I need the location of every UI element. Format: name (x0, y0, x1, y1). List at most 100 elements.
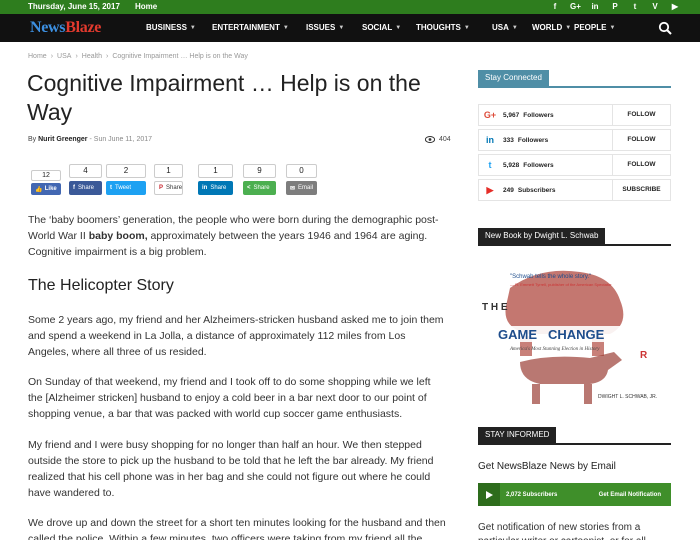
nav-item-people[interactable]: PEOPLE ▼ (574, 14, 615, 42)
eye-icon (425, 136, 435, 143)
share-label: Tweet (115, 185, 132, 191)
article-date: Sun June 11, 2017 (93, 136, 153, 143)
chevron-down-icon: ▼ (282, 25, 289, 31)
book-title-the: T H E (482, 302, 508, 313)
follow-button[interactable]: FOLLOW (612, 155, 670, 175)
article-subheading: The Helicopter Story (28, 277, 174, 294)
breadcrumb-item[interactable]: Health (82, 53, 102, 60)
breadcrumb-separator: › (50, 53, 54, 60)
share-button[interactable]: f Share (69, 181, 102, 195)
facebook-like-box[interactable]: 12 👍 Like (31, 170, 61, 195)
article-paragraph-3: On Sunday of that weekend, my friend and… (28, 376, 431, 420)
email-icon: ✉ (290, 185, 296, 192)
linkedin-icon: in (202, 185, 208, 191)
article-paragraph-1: The ‘baby boomers’ generation, the peopl… (28, 214, 439, 258)
book-title-changer: CHANGE (548, 327, 605, 342)
share-item: 1 P Share (154, 164, 183, 196)
follow-button[interactable]: FOLLOW (612, 105, 670, 125)
pinterest-icon: P (159, 185, 164, 191)
book-subtitle: America's Most Stunning Election in Hist… (509, 347, 600, 352)
nav-item-thoughts[interactable]: THOUGHTS ▼ (416, 14, 470, 42)
notification-description: Get notification of new stories from a p… (478, 522, 646, 540)
nav-item-issues[interactable]: ISSUES ▼ (306, 14, 344, 42)
book-cover-image[interactable]: "Schwab tells the whole story." — R. Emm… (480, 258, 672, 410)
current-date: Thursday, June 15, 2017 (28, 2, 120, 11)
breadcrumb-item[interactable]: USA (57, 53, 71, 60)
share-item: 9 < Share (243, 164, 276, 196)
breadcrumb-separator: › (75, 53, 78, 60)
follower-count: 5,967 (503, 111, 520, 119)
social-follow-row: G+ 5,967 Followers FOLLOW (478, 104, 671, 126)
article-paragraph-5: We drove up and down the street for a sh… (28, 517, 446, 540)
breadcrumb: Home › USA › Health › Cognitive Impairment … H… (28, 53, 248, 60)
twitter-icon[interactable]: t (630, 1, 640, 12)
heading-rule (478, 244, 671, 246)
share-label: Share (210, 185, 227, 191)
breadcrumb-item[interactable]: Home (28, 53, 47, 60)
share-count: 1 (154, 164, 183, 178)
chevron-down-icon: ▼ (511, 25, 518, 31)
breadcrumb-item: Cognitive Impairment … Help is on the Wa… (112, 53, 248, 60)
share-button[interactable]: ✉ Email (286, 181, 317, 195)
top-social-icons: f G+ in P t V ▶ (550, 1, 680, 12)
heading-rule (478, 86, 671, 88)
share-count: 0 (286, 164, 317, 178)
youtube-icon: ▶ (486, 184, 494, 195)
author-link[interactable]: Nurit Greenger (38, 136, 87, 143)
like-count: 12 (31, 170, 61, 181)
share-count: 1 (198, 164, 233, 178)
view-count: 404 (425, 136, 451, 143)
share-button[interactable]: P Share (154, 181, 183, 195)
share-count: 4 (69, 164, 102, 178)
vimeo-icon[interactable]: V (650, 1, 660, 12)
facebook-icon[interactable]: f (550, 1, 560, 12)
facebook-icon: f (73, 185, 75, 191)
follower-label: Followers (523, 161, 554, 169)
search-icon[interactable] (658, 21, 672, 35)
book-attribution: — R. Emmett Tyrrell, publisher of the Am… (510, 282, 612, 287)
follower-label: Followers (517, 136, 549, 144)
youtube-icon[interactable]: ▶ (670, 1, 680, 12)
pinterest-icon[interactable]: P (610, 1, 620, 12)
article-paragraph-4: My friend and I were busy shopping for n… (28, 439, 434, 499)
home-link[interactable]: Home (135, 2, 157, 11)
play-icon (478, 483, 500, 506)
twitter-icon: t (488, 160, 492, 170)
nav-item-world[interactable]: WORLD ▼ (532, 14, 571, 42)
share-label: Email (298, 185, 314, 191)
share-button[interactable]: < Share (243, 181, 276, 195)
get-email-button[interactable]: Get Email Notification (599, 492, 661, 498)
follow-button[interactable]: SUBSCRIBE (612, 180, 670, 200)
nav-item-social[interactable]: SOCIAL ▼ (362, 14, 401, 42)
chevron-down-icon: ▼ (338, 25, 345, 31)
google-plus-icon[interactable]: G+ (570, 1, 581, 12)
article-paragraph-2: Some 2 years ago, my friend and her Alzh… (28, 314, 444, 358)
nav-item-business[interactable]: BUSINESS ▼ (146, 14, 196, 42)
linkedin-icon[interactable]: in (590, 1, 600, 12)
email-subscribe-bar[interactable]: 2,072 Subscribers Get Email Notification (478, 483, 671, 506)
share-button[interactable]: t Tweet (106, 181, 146, 195)
article-meta: By Nurit Greenger - Sun June 11, 2017 (28, 136, 152, 143)
follower-label: Followers (523, 111, 554, 119)
chevron-down-icon: ▼ (609, 25, 616, 31)
follower-count: 5,928 (503, 161, 520, 169)
dash: - (89, 136, 92, 143)
follow-button[interactable]: FOLLOW (612, 130, 670, 150)
book-author: DWIGHT L. SCHWAB, JR. (598, 394, 657, 400)
views-number: 404 (439, 136, 451, 143)
share-button[interactable]: in Share (198, 181, 233, 195)
thumb-icon: 👍 (35, 186, 43, 193)
nav-item-usa[interactable]: USA ▼ (492, 14, 518, 42)
social-follow-row: t 5,928 Followers FOLLOW (478, 154, 671, 176)
article-title: Cognitive Impairment … Help is on the Wa… (27, 70, 421, 125)
like-button[interactable]: 👍 Like (31, 183, 61, 195)
share-count: 2 (106, 164, 146, 178)
social-follow-row: in 333 Followers FOLLOW (478, 129, 671, 151)
linkedin-icon: in (486, 135, 494, 145)
follower-label: Subscribers (517, 186, 556, 194)
site-logo[interactable]: NewsBlaze (30, 19, 101, 37)
share-icon: < (247, 185, 251, 191)
chevron-down-icon: ▼ (395, 25, 402, 31)
share-label: Share (78, 185, 95, 191)
nav-item-entertainment[interactable]: ENTERTAINMENT ▼ (212, 14, 289, 42)
